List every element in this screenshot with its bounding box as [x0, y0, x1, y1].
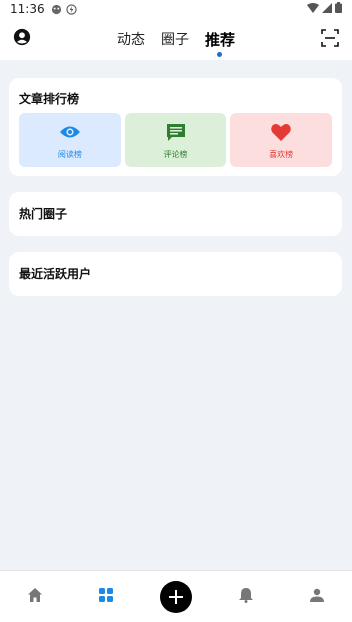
comment-ranking-label: 评论榜 — [163, 149, 188, 159]
home-icon — [27, 587, 43, 607]
wifi-icon — [307, 2, 319, 16]
read-ranking-label: 阅读榜 — [57, 149, 82, 159]
person-icon — [309, 587, 324, 606]
article-ranking-title: 文章排行榜 — [19, 92, 80, 106]
status-bar: 11:36 — [0, 0, 352, 18]
like-ranking-label: 喜欢榜 — [269, 149, 294, 159]
like-ranking-tile[interactable]: 喜欢榜 — [230, 113, 333, 167]
recent-active-users-title: 最近活跃用户 — [19, 267, 92, 281]
nav-home[interactable] — [15, 577, 55, 617]
signal-icon — [322, 2, 332, 16]
tab-recommend[interactable]: 推荐 — [204, 29, 235, 57]
comment-icon — [165, 121, 187, 143]
bottom-nav — [0, 570, 352, 622]
recent-active-users-card[interactable]: 最近活跃用户 — [9, 252, 342, 296]
comment-ranking-tile[interactable]: 评论榜 — [124, 113, 227, 167]
status-time: 11:36 — [10, 2, 45, 16]
nav-discover[interactable] — [86, 577, 126, 617]
nav-profile[interactable] — [297, 577, 337, 617]
nav-add[interactable] — [156, 577, 196, 617]
scan-icon[interactable] — [320, 28, 340, 48]
active-tab-indicator — [217, 51, 223, 57]
grid-icon — [98, 587, 114, 607]
heart-icon — [270, 121, 292, 143]
tab-recommend-label: 推荐 — [204, 30, 235, 49]
recommend-feed: 文章排行榜 阅读榜 评论榜 喜欢榜 热门圈子 最近活跃用户 — [0, 60, 352, 570]
top-bar: 动态 圈子 推荐 — [0, 18, 352, 60]
ranking-tiles: 阅读榜 评论榜 喜欢榜 — [19, 113, 333, 167]
tab-circles[interactable]: 圈子 — [161, 29, 189, 49]
top-tabs: 动态 圈子 推荐 — [0, 18, 352, 60]
battery-icon — [335, 2, 342, 16]
nav-notifications[interactable] — [226, 577, 266, 617]
app-notification-icon — [51, 4, 62, 15]
bolt-status-icon — [65, 3, 77, 15]
hot-circles-card[interactable]: 热门圈子 — [9, 192, 342, 236]
eye-icon — [59, 121, 81, 143]
hot-circles-title: 热门圈子 — [19, 207, 68, 221]
read-ranking-tile[interactable]: 阅读榜 — [19, 113, 121, 167]
tab-dynamic[interactable]: 动态 — [117, 29, 145, 49]
add-icon — [159, 580, 192, 613]
bell-icon — [239, 587, 254, 607]
article-ranking-card: 文章排行榜 阅读榜 评论榜 喜欢榜 — [9, 78, 342, 176]
